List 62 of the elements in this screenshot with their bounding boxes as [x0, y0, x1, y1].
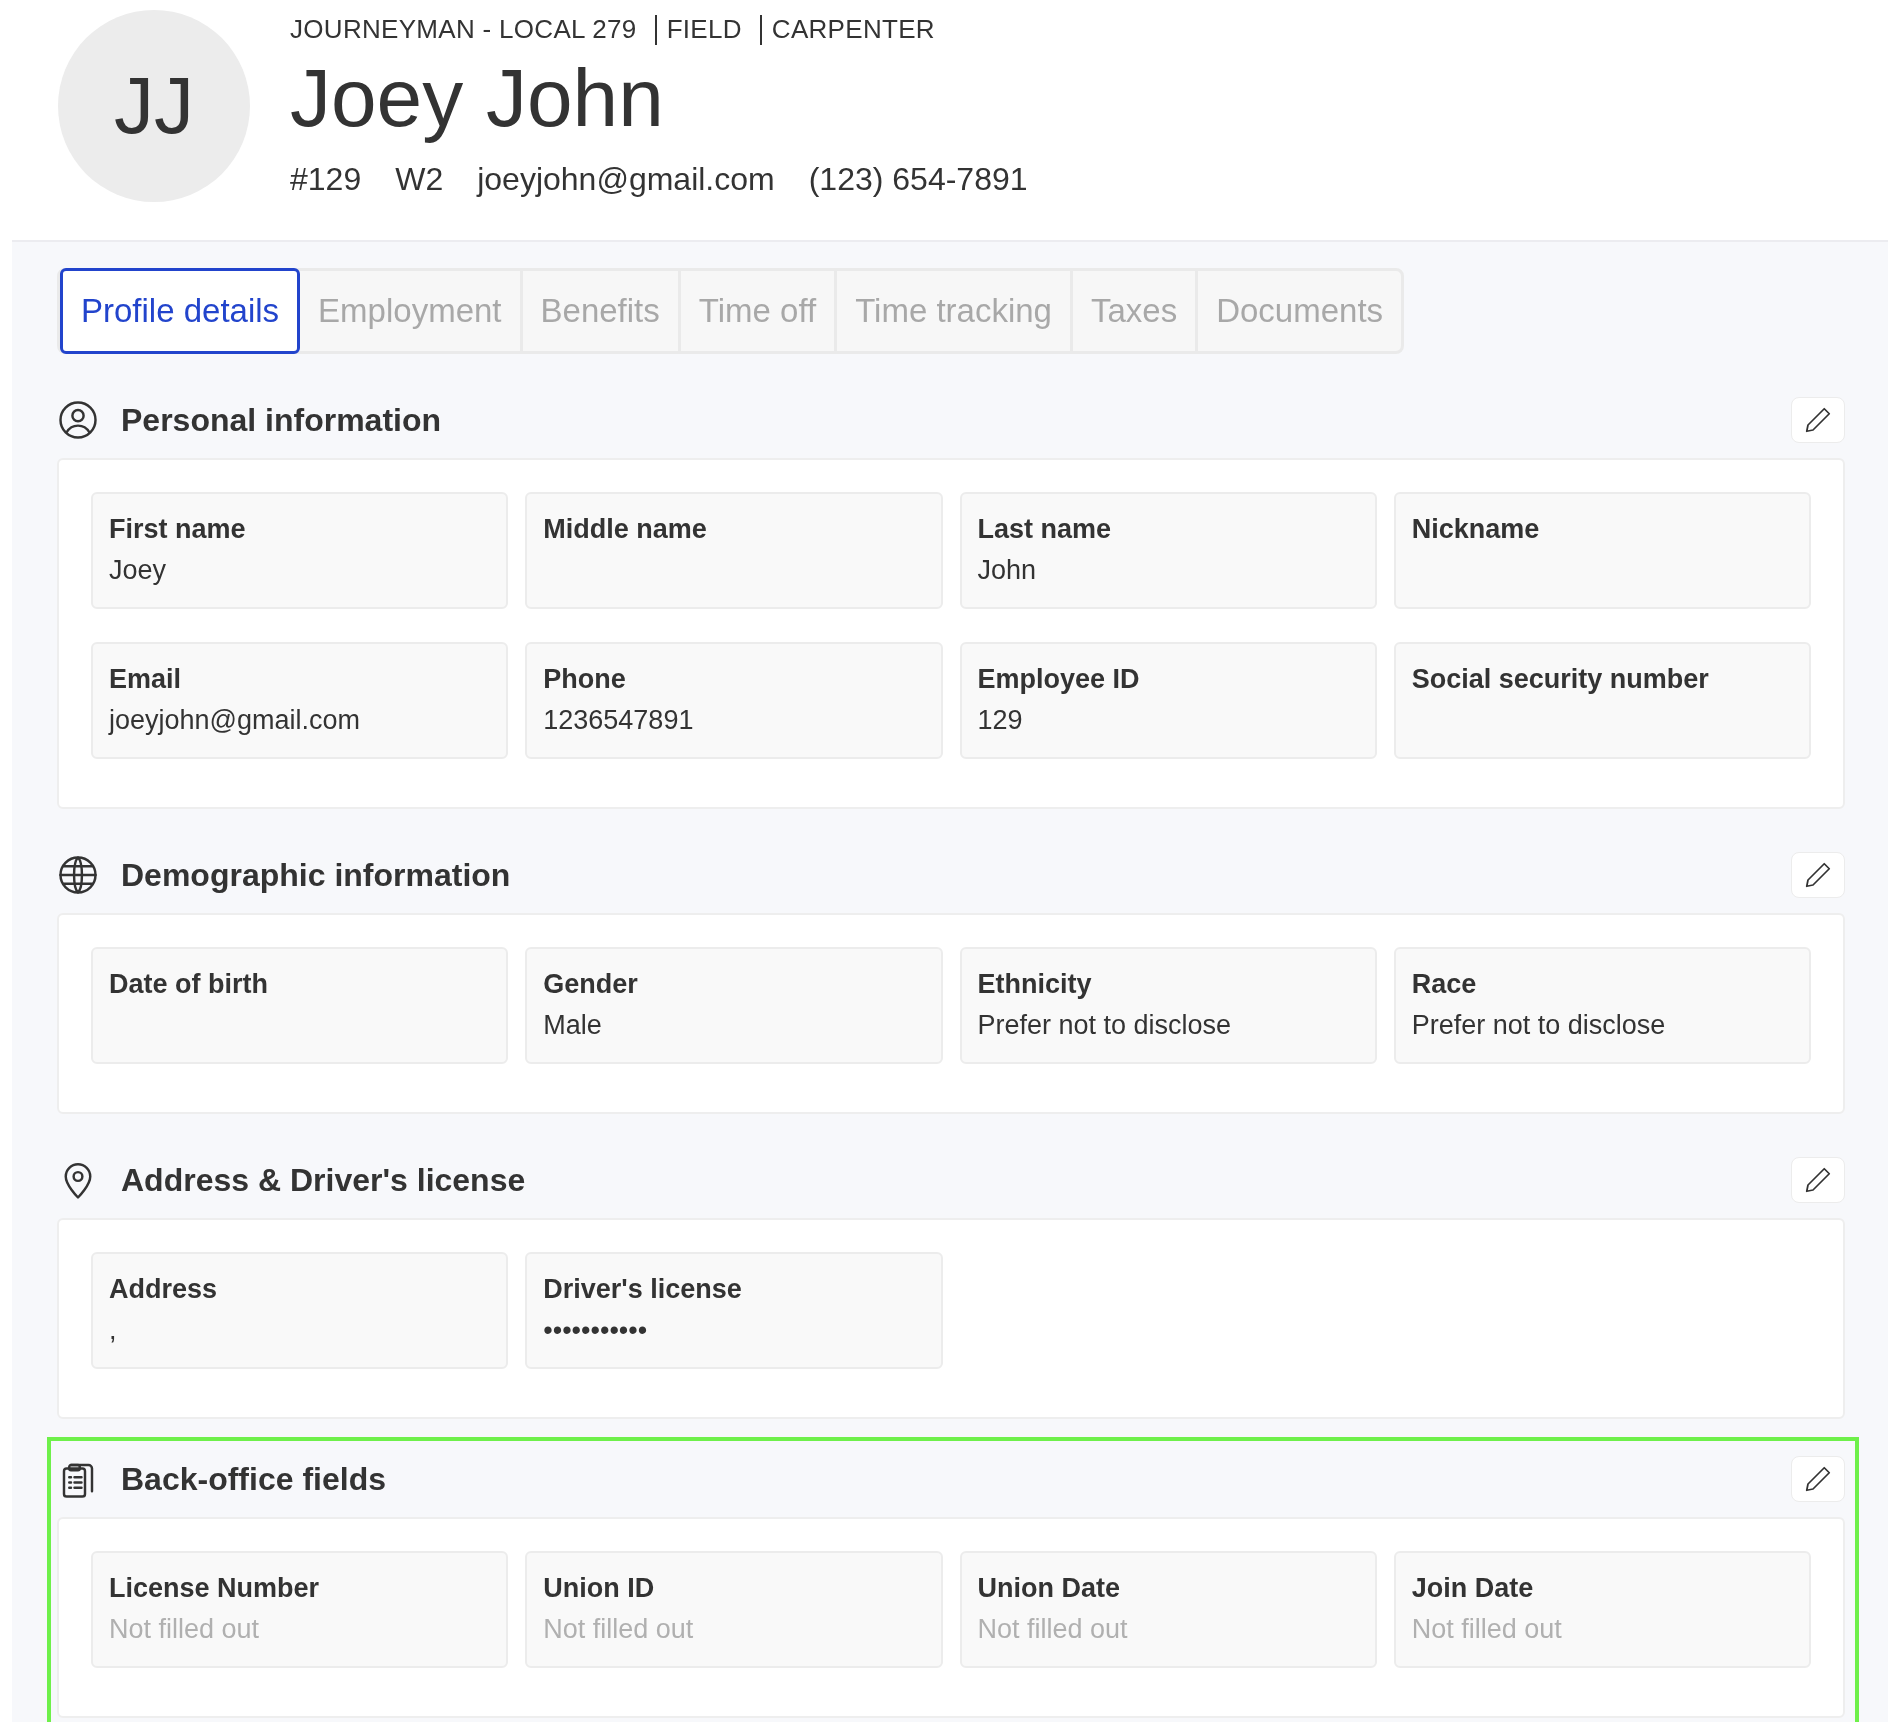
- field-label: Union Date: [977, 1573, 1121, 1604]
- field-value: ,: [109, 1315, 118, 1346]
- tab[interactable]: Benefits: [522, 268, 681, 354]
- tab[interactable]: Time off: [680, 268, 838, 354]
- role-tag: FIELD: [666, 14, 742, 45]
- field-value: •••••••••••: [543, 1315, 649, 1346]
- field-label: Email: [109, 664, 183, 695]
- field-label: Nickname: [1411, 514, 1541, 545]
- employee-name: Joey John: [290, 51, 665, 145]
- field-value: 129: [977, 705, 1024, 736]
- field-label: Date of birth: [109, 969, 269, 1000]
- section-title: Personal information: [121, 401, 442, 439]
- tab[interactable]: Taxes: [1072, 268, 1199, 354]
- field-label: Phone: [543, 664, 627, 695]
- field-label: First name: [109, 514, 247, 545]
- role-tag: CARPENTER: [771, 14, 935, 45]
- globe-icon: [57, 854, 99, 896]
- field-label: Join Date: [1411, 1573, 1535, 1604]
- field-value: Prefer not to disclose: [977, 1010, 1233, 1041]
- field-value: Not filled out: [1411, 1614, 1563, 1645]
- field-label: Union ID: [543, 1573, 656, 1604]
- field-value: Not filled out: [109, 1614, 261, 1645]
- field-value: joeyjohn@gmail.com: [109, 705, 361, 736]
- tab[interactable]: Employment: [300, 268, 523, 354]
- field-label: Middle name: [543, 514, 708, 545]
- field-value: Not filled out: [977, 1614, 1129, 1645]
- pencil-icon: [1803, 405, 1833, 435]
- field-label: Last name: [977, 514, 1113, 545]
- pencil-icon: [1803, 860, 1833, 890]
- section-title: Demographic information: [121, 856, 511, 894]
- edit-button[interactable]: [1791, 852, 1845, 898]
- edit-button[interactable]: [1791, 397, 1845, 443]
- role-tag: JOURNEYMAN - LOCAL 279: [290, 14, 637, 45]
- tab[interactable]: Time tracking: [837, 268, 1073, 354]
- avatar: JJ: [58, 10, 250, 202]
- pencil-icon: [1803, 1464, 1833, 1494]
- tab[interactable]: Documents: [1198, 268, 1402, 354]
- field-label: Gender: [543, 969, 639, 1000]
- field-label: Race: [1411, 969, 1478, 1000]
- field-value: Prefer not to disclose: [1411, 1010, 1667, 1041]
- field-value: Male: [543, 1010, 603, 1041]
- field-value: John: [977, 555, 1038, 586]
- field-label: Employee ID: [977, 664, 1141, 695]
- field-label: Social security number: [1411, 664, 1710, 695]
- field-label: Ethnicity: [977, 969, 1093, 1000]
- user-circle-icon: [57, 399, 99, 441]
- field-label: Driver's license: [543, 1274, 743, 1305]
- edit-button[interactable]: [1791, 1456, 1845, 1502]
- section-title: Address & Driver's license: [121, 1161, 526, 1199]
- field-label: Address: [109, 1274, 219, 1305]
- field-value: 1236547891: [543, 705, 695, 736]
- field-value: Not filled out: [543, 1614, 695, 1645]
- employee-detail: joeyjohn@gmail.com: [477, 161, 775, 199]
- field-label: License Number: [109, 1573, 321, 1604]
- employee-detail: W2: [395, 161, 444, 199]
- section-title: Back-office fields: [121, 1460, 386, 1498]
- edit-button[interactable]: [1791, 1157, 1845, 1203]
- pencil-icon: [1803, 1165, 1833, 1195]
- tab[interactable]: Profile details: [60, 268, 301, 354]
- employee-detail: #129: [290, 161, 362, 199]
- employee-detail: (123) 654-7891: [808, 161, 1028, 199]
- field-value: Joey: [109, 555, 168, 586]
